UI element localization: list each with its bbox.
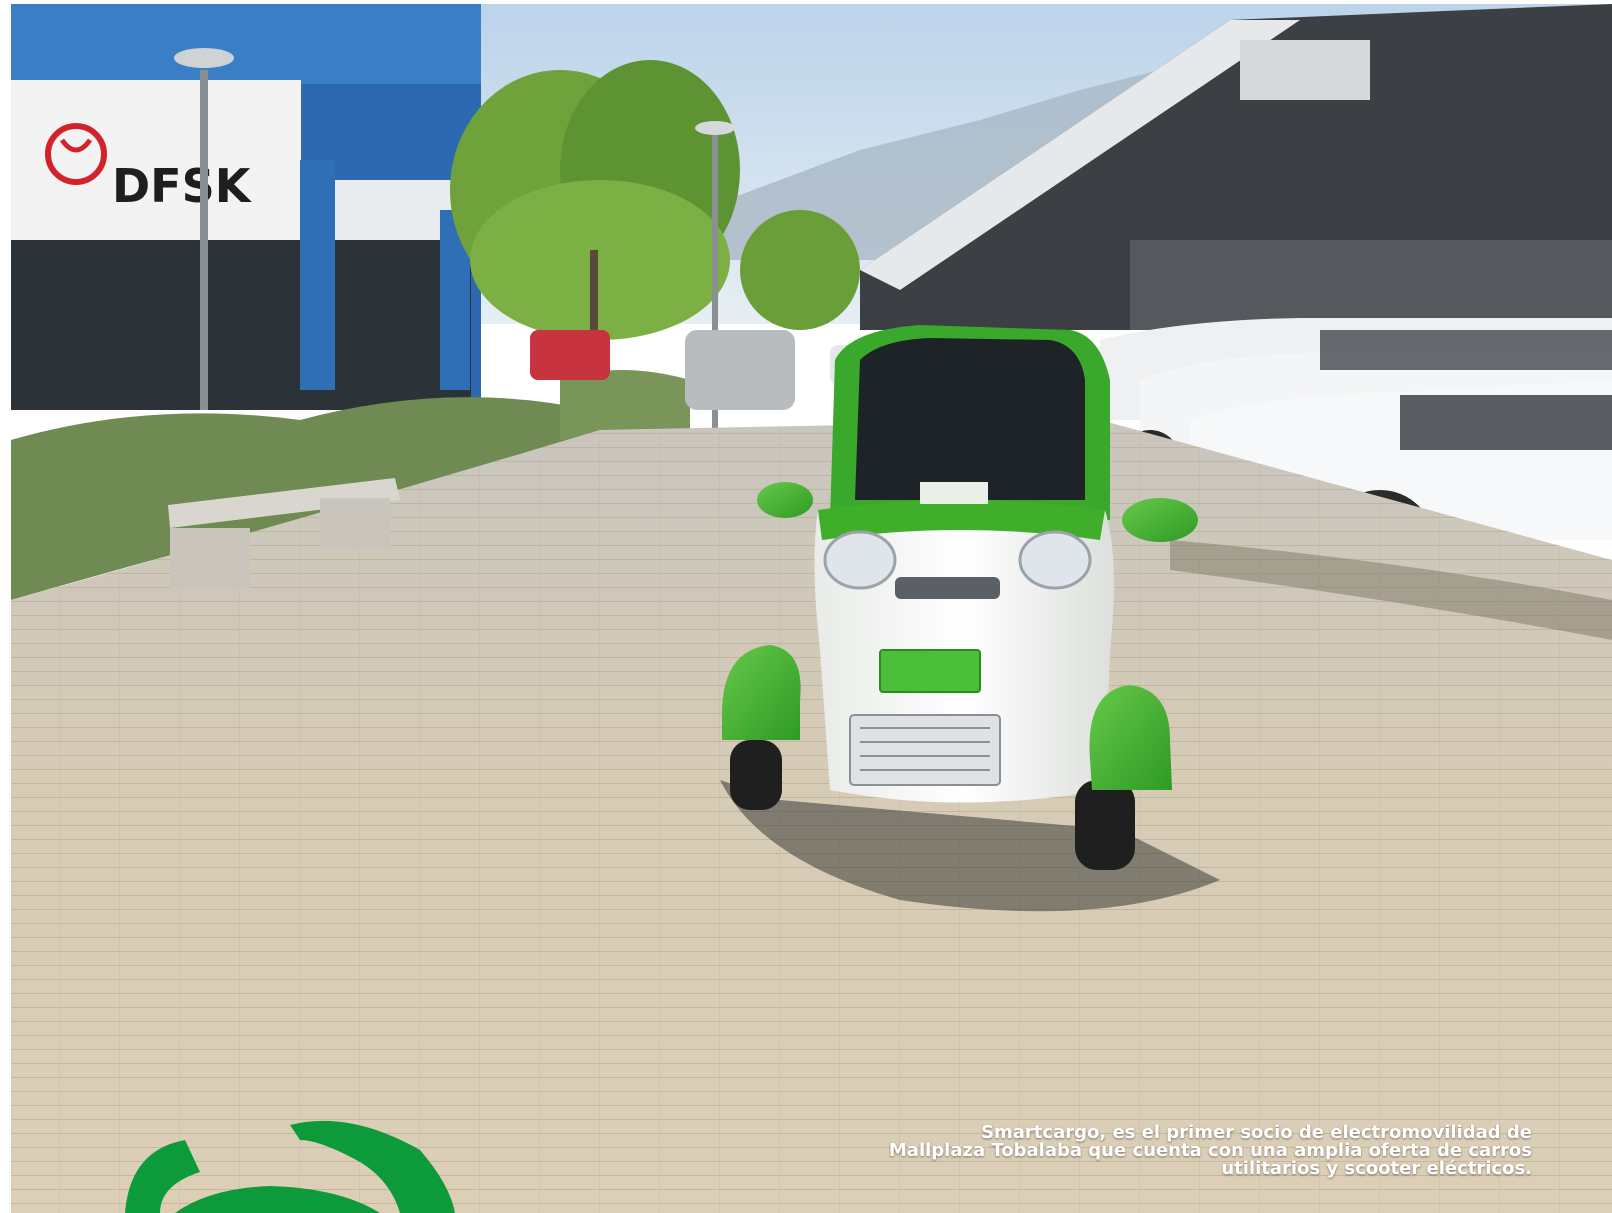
caption-line-3: utilitarios y scooter eléctricos. (1221, 1158, 1532, 1179)
storefront-sign: DFSK (112, 159, 253, 213)
photo-caption: Smartcargo, es el primer socio de electr… (832, 1124, 1532, 1178)
photo-scene: DFSK Smartcargo, es el primer socio de e… (0, 0, 1612, 1213)
street-photograph: DFSK (0, 0, 1612, 1213)
